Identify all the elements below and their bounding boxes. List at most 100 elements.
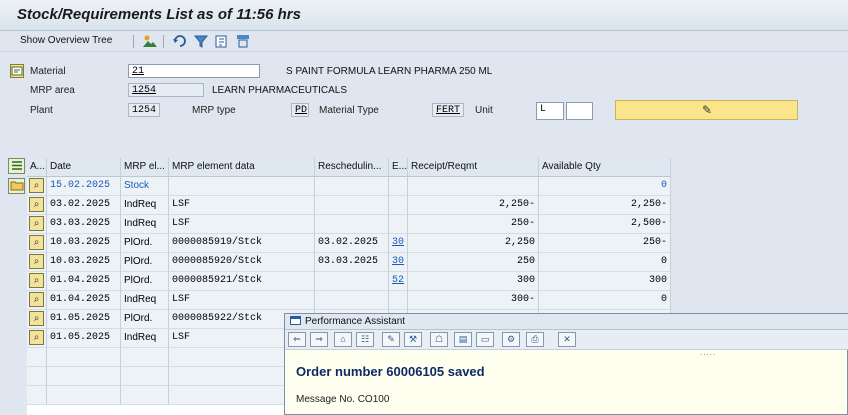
column-header-available-qty[interactable]: Available Qty (539, 158, 671, 177)
print-icon[interactable]: ⎙ (526, 332, 544, 347)
magnifier-icon[interactable]: ⌕ (29, 273, 44, 288)
rescheduling-cell (315, 196, 389, 215)
close-icon[interactable]: ✕ (558, 332, 576, 347)
book-icon[interactable]: ▤ (454, 332, 472, 347)
magnifier-icon[interactable]: ⌕ (29, 235, 44, 250)
pencil-icon: ✎ (702, 103, 713, 117)
mrp-element-cell: IndReq (121, 215, 169, 234)
mrp-element-cell: Stock (121, 177, 169, 196)
column-header-receipt-reqmt[interactable]: Receipt/Reqmt (408, 158, 539, 177)
dialog-title: Performance Assistant (305, 316, 406, 327)
show-overview-tree-button[interactable]: Show Overview Tree (20, 35, 112, 46)
filter-icon[interactable] (193, 33, 209, 49)
plant-label: Plant (30, 105, 53, 116)
unit-extra-field[interactable] (566, 102, 593, 120)
toolbar-separator (163, 35, 164, 48)
magnifier-icon[interactable]: ⌕ (29, 254, 44, 269)
column-header-mrp-element[interactable]: MRP el... (121, 158, 169, 177)
exception-cell[interactable]: 30 (389, 234, 408, 253)
row-action-cell: ⌕ (27, 310, 47, 329)
magnifier-icon[interactable]: ⌕ (29, 197, 44, 212)
receipt-reqmt-cell: 250- (408, 215, 539, 234)
exception-cell[interactable] (389, 196, 408, 215)
table-row[interactable]: ⌕ 03.02.2025 IndReq LSF 2,250- 2,250- (27, 196, 671, 215)
magnifier-icon[interactable]: ⌕ (29, 178, 44, 193)
mrp-element-data-cell: 0000085920/Stck (169, 253, 315, 272)
material-field[interactable]: 21 (128, 64, 260, 78)
column-header-rescheduling[interactable]: Reschedulin... (315, 158, 389, 177)
rescheduling-cell (315, 291, 389, 310)
rescheduling-cell (315, 272, 389, 291)
table-row[interactable]: ⌕ 01.04.2025 PlOrd. 0000085921/Stck 52 3… (27, 272, 671, 291)
available-qty-cell: 250- (539, 234, 671, 253)
edit-list-icon[interactable] (214, 33, 230, 49)
table-row[interactable]: ⌕ 03.03.2025 IndReq LSF 250- 2,500- (27, 215, 671, 234)
exception-cell[interactable] (389, 291, 408, 310)
bookmark-icon[interactable]: ☖ (430, 332, 448, 347)
date-cell: 10.03.2025 (47, 234, 121, 253)
mrp-element-data-cell: 0000085921/Stck (169, 272, 315, 291)
table-row[interactable]: ⌕ 10.03.2025 PlOrd. 0000085920/Stck 03.0… (27, 253, 671, 272)
refresh-icon[interactable] (172, 33, 188, 49)
magnifier-icon[interactable]: ⌕ (29, 216, 44, 231)
folder-icon[interactable] (8, 178, 25, 194)
available-qty-cell: 0 (539, 291, 671, 310)
column-header-exception[interactable]: E... (389, 158, 408, 177)
page-title: Stock/Requirements List as of 11:56 hrs (17, 6, 301, 23)
hierarchy-icon[interactable]: ☷ (356, 332, 374, 347)
edit-icon[interactable]: ✎ (382, 332, 400, 347)
mrp-element-cell: PlOrd. (121, 310, 169, 329)
resize-grip[interactable]: ..... (700, 348, 716, 357)
row-action-cell: ⌕ (27, 177, 47, 196)
unit-field[interactable]: L (536, 102, 564, 120)
toolbar-separator (133, 35, 134, 48)
back-arrow-icon[interactable]: ⇐ (288, 332, 306, 347)
status-message: Order number 60006105 saved (296, 364, 485, 379)
forward-arrow-icon[interactable]: ⇒ (310, 332, 328, 347)
row-action-cell: ⌕ (27, 215, 47, 234)
mrp-area-description: LEARN PHARMACEUTICALS (212, 85, 348, 96)
date-cell: 10.03.2025 (47, 253, 121, 272)
table-row[interactable]: ⌕ 10.03.2025 PlOrd. 0000085919/Stck 03.0… (27, 234, 671, 253)
plant-field[interactable]: 1254 (128, 103, 160, 117)
material-label: Material (30, 66, 66, 77)
edit-action-button[interactable]: ✎ (615, 100, 798, 120)
column-header-a[interactable]: A... (27, 158, 47, 177)
mrp-element-data-cell: LSF (169, 196, 315, 215)
technical-info-icon[interactable]: ⚒ (404, 332, 422, 347)
table-row[interactable]: ⌕ 01.04.2025 IndReq LSF 300- 0 (27, 291, 671, 310)
date-cell: 01.04.2025 (47, 272, 121, 291)
mrp-type-label: MRP type (192, 105, 236, 116)
exception-cell[interactable] (389, 215, 408, 234)
glossary-icon[interactable]: ▭ (476, 332, 494, 347)
column-header-date[interactable]: Date (47, 158, 121, 177)
exception-cell[interactable] (389, 177, 408, 196)
mrp-type-field[interactable]: PD (291, 103, 309, 117)
home-icon[interactable]: ⌂ (334, 332, 352, 347)
exception-cell[interactable]: 52 (389, 272, 408, 291)
dialog-toolbar: ⇐ ⇒ ⌂ ☷ ✎ ⚒ ☖ ▤ ▭ ⚙ ⎙ ✕ (285, 330, 848, 350)
material-type-field[interactable]: FERT (432, 103, 464, 117)
available-qty-cell: 300 (539, 272, 671, 291)
landscape-icon[interactable] (142, 33, 158, 49)
column-header-mrp-element-data[interactable]: MRP element data (169, 158, 315, 177)
table-row[interactable]: ⌕ 15.02.2025 Stock 0 (27, 177, 671, 196)
layout-icon[interactable] (235, 33, 251, 49)
available-qty-cell: 2,500- (539, 215, 671, 234)
window-icon (290, 315, 301, 329)
settings-icon[interactable]: ⚙ (502, 332, 520, 347)
mrp-area-label: MRP area (30, 85, 75, 96)
magnifier-icon[interactable]: ⌕ (29, 292, 44, 307)
exception-cell[interactable]: 30 (389, 253, 408, 272)
magnifier-icon[interactable]: ⌕ (29, 330, 44, 345)
receipt-reqmt-cell: 300 (408, 272, 539, 291)
date-cell: 15.02.2025 (47, 177, 121, 196)
mrp-area-field[interactable]: 1254 (128, 83, 204, 97)
dialog-title-bar: Performance Assistant (285, 314, 848, 330)
expand-all-icon[interactable] (8, 158, 25, 174)
available-qty-cell: 2,250- (539, 196, 671, 215)
magnifier-icon[interactable]: ⌕ (29, 311, 44, 326)
receipt-reqmt-cell: 250 (408, 253, 539, 272)
receipt-reqmt-cell: 300- (408, 291, 539, 310)
header-details-icon[interactable] (10, 64, 24, 78)
